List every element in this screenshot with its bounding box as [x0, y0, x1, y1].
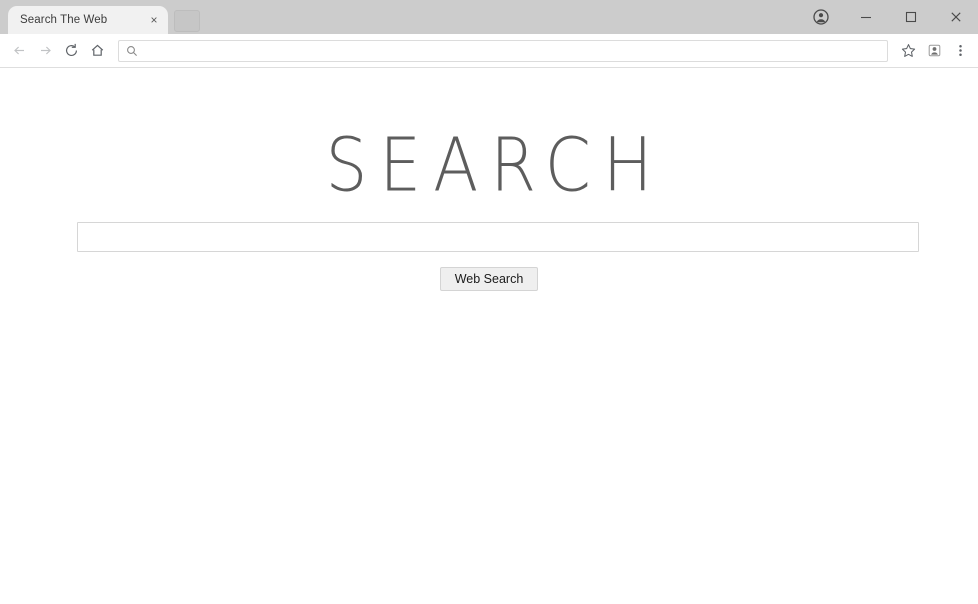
arrow-left-icon[interactable]	[6, 38, 32, 64]
profile-avatar-icon[interactable]	[798, 2, 843, 32]
browser-toolbar	[0, 34, 978, 68]
page-content: SEARCH Web Search	[0, 68, 978, 604]
web-search-button[interactable]: Web Search	[439, 267, 539, 291]
maximize-button[interactable]	[888, 2, 933, 32]
search-button-container: Web Search	[0, 267, 978, 291]
search-input[interactable]	[77, 222, 919, 252]
tab-strip: Search The Web ×	[0, 0, 978, 34]
close-window-button[interactable]	[933, 2, 978, 32]
extension-avatar-icon[interactable]	[922, 39, 946, 63]
close-icon[interactable]: ×	[146, 12, 162, 28]
page-title: SEARCH	[0, 122, 978, 209]
page-title-text: SEARCH	[325, 122, 665, 209]
minimize-button[interactable]	[843, 2, 888, 32]
new-tab-button[interactable]	[174, 10, 200, 32]
star-icon[interactable]	[896, 39, 920, 63]
browser-tab-search-the-web[interactable]: Search The Web ×	[8, 6, 168, 34]
magnifier-icon	[125, 44, 139, 58]
home-icon[interactable]	[84, 38, 110, 64]
tab-title: Search The Web	[20, 14, 108, 26]
address-bar[interactable]	[118, 39, 888, 62]
browser-window: Search The Web × SEARCH Web Search	[0, 0, 978, 604]
three-dot-menu-icon[interactable]	[948, 39, 972, 63]
reload-icon[interactable]	[58, 38, 84, 64]
arrow-right-icon[interactable]	[32, 38, 58, 64]
address-bar-input[interactable]	[145, 43, 881, 58]
window-controls	[798, 0, 978, 34]
search-input-container	[77, 222, 919, 252]
